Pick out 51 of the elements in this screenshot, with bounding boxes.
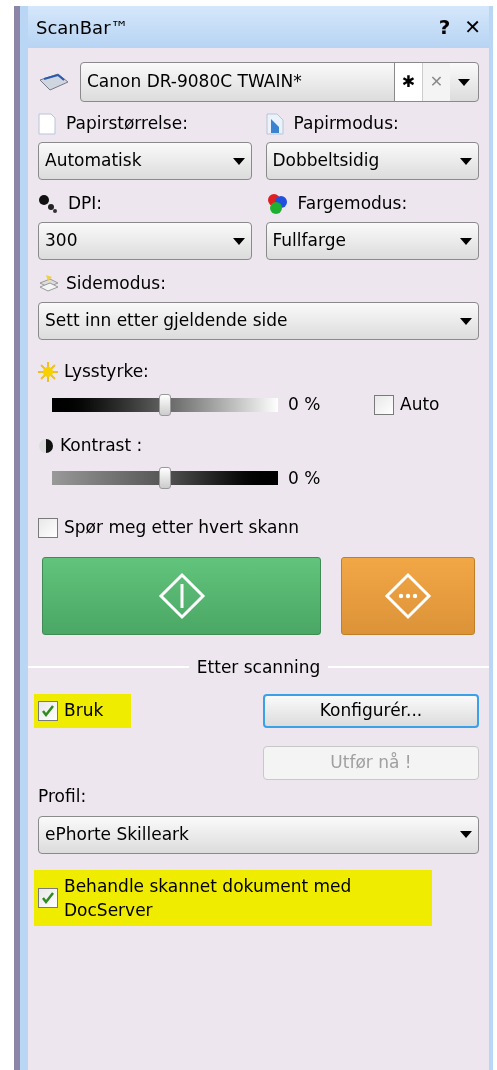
dropdown[interactable]: ePhorte Skilleark — [38, 815, 479, 854]
dropdown-arrow-icon — [232, 157, 245, 165]
slider-value: 0 % — [288, 393, 322, 416]
field-label: Fargemodus: — [297, 192, 408, 216]
slider-thumb[interactable] — [159, 467, 171, 490]
checkbox[interactable] — [374, 394, 394, 415]
page-icon — [38, 113, 56, 135]
half-moon-icon — [38, 437, 54, 454]
window-title: ScanBar™ — [36, 15, 129, 40]
dropdown-arrow-icon — [460, 831, 472, 838]
checkbox[interactable] — [38, 887, 58, 908]
dropdown[interactable]: 300 — [38, 222, 252, 260]
slider-label: Kontrast : — [60, 433, 143, 457]
dropdown[interactable]: Dobbeltsidig — [265, 142, 479, 180]
dropdown[interactable]: Fullfarge — [265, 222, 479, 260]
more-icon — [384, 571, 432, 620]
scanner-icon — [38, 72, 70, 92]
dropdown[interactable]: Sett inn etter gjeldende side — [38, 302, 479, 340]
help-button[interactable]: ? — [438, 12, 451, 42]
checkbox-label: Behandle skannet dokument med DocServer — [64, 874, 353, 922]
sun-icon — [38, 362, 58, 382]
dropdown[interactable]: Automatisk — [38, 142, 252, 180]
checkbox-label: Auto — [400, 393, 440, 416]
field-label: Sidemodus: — [66, 272, 166, 296]
field-label: Papirstørrelse: — [66, 112, 188, 136]
slider-thumb[interactable] — [159, 393, 171, 416]
star-button[interactable]: ✱ — [394, 63, 422, 101]
more-options-button[interactable] — [341, 556, 475, 635]
dropdown-arrow-icon — [460, 317, 472, 325]
field-label: DPI: — [68, 192, 103, 216]
page-icon — [265, 113, 284, 135]
checkbox[interactable] — [38, 700, 58, 721]
checkbox[interactable] — [38, 517, 58, 538]
field-label: Papirmodus: — [293, 112, 399, 136]
dropdown-arrow-icon — [458, 78, 470, 86]
scanner-select[interactable]: Canon DR-9080C TWAIN* ✱ ✕ — [80, 62, 479, 102]
start-icon — [157, 571, 206, 620]
field-label: Profil: — [38, 785, 88, 808]
configure-button[interactable]: Konfigurér... — [263, 694, 479, 728]
dropdown-arrow-icon — [460, 237, 472, 245]
scan-button[interactable] — [42, 556, 321, 635]
slider-label: Lysstyrke: — [64, 360, 149, 384]
dropdown-arrow-icon — [460, 157, 472, 165]
checkbox-label: Bruk — [64, 699, 104, 722]
dropdown-arrow-icon — [232, 237, 245, 245]
close-button[interactable]: ✕ — [464, 12, 481, 42]
color-balls-icon — [265, 193, 288, 215]
checkbox-label: Spør meg etter hvert skann — [64, 516, 299, 539]
slider-value: 0 % — [288, 466, 322, 490]
section-title: Etter scanning — [195, 655, 322, 679]
dots-icon — [38, 194, 58, 214]
